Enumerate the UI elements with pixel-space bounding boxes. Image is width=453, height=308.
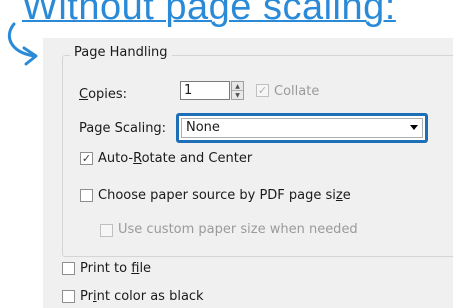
page-scaling-select[interactable]: None bbox=[181, 118, 423, 138]
page-scaling-value: None bbox=[186, 120, 220, 135]
spin-up-icon[interactable]: ▲ bbox=[232, 82, 243, 91]
auto-rotate-label: Auto-Rotate and Center bbox=[98, 151, 253, 166]
collate-label: Collate bbox=[274, 84, 320, 99]
auto-rotate-checkbox[interactable]: ✓ bbox=[80, 152, 93, 165]
page-scaling-highlight: None bbox=[176, 113, 428, 143]
headline-text: Without page scaling: bbox=[22, 0, 396, 28]
paper-source-label: Choose paper source by PDF page size bbox=[98, 188, 351, 203]
custom-paper-label: Use custom paper size when needed bbox=[118, 222, 358, 237]
copies-input[interactable]: 1 bbox=[180, 81, 230, 100]
page-scaling-label: Page Scaling: bbox=[79, 121, 167, 136]
print-to-file-checkbox[interactable] bbox=[62, 262, 75, 275]
copies-spinner[interactable]: ▲ ▼ bbox=[231, 81, 244, 100]
print-black-checkbox[interactable] bbox=[62, 290, 75, 303]
print-to-file-label: Print to file bbox=[80, 261, 152, 276]
collate-checkbox[interactable]: ✓ bbox=[256, 84, 269, 97]
custom-paper-checkbox[interactable] bbox=[100, 224, 113, 237]
page-handling-title: Page Handling bbox=[70, 45, 172, 60]
paper-source-checkbox[interactable] bbox=[80, 189, 93, 202]
spin-down-icon[interactable]: ▼ bbox=[232, 91, 243, 99]
chevron-down-icon[interactable] bbox=[410, 125, 418, 130]
print-black-label: Print color as black bbox=[80, 289, 204, 304]
copies-label: Copies: bbox=[79, 87, 128, 102]
